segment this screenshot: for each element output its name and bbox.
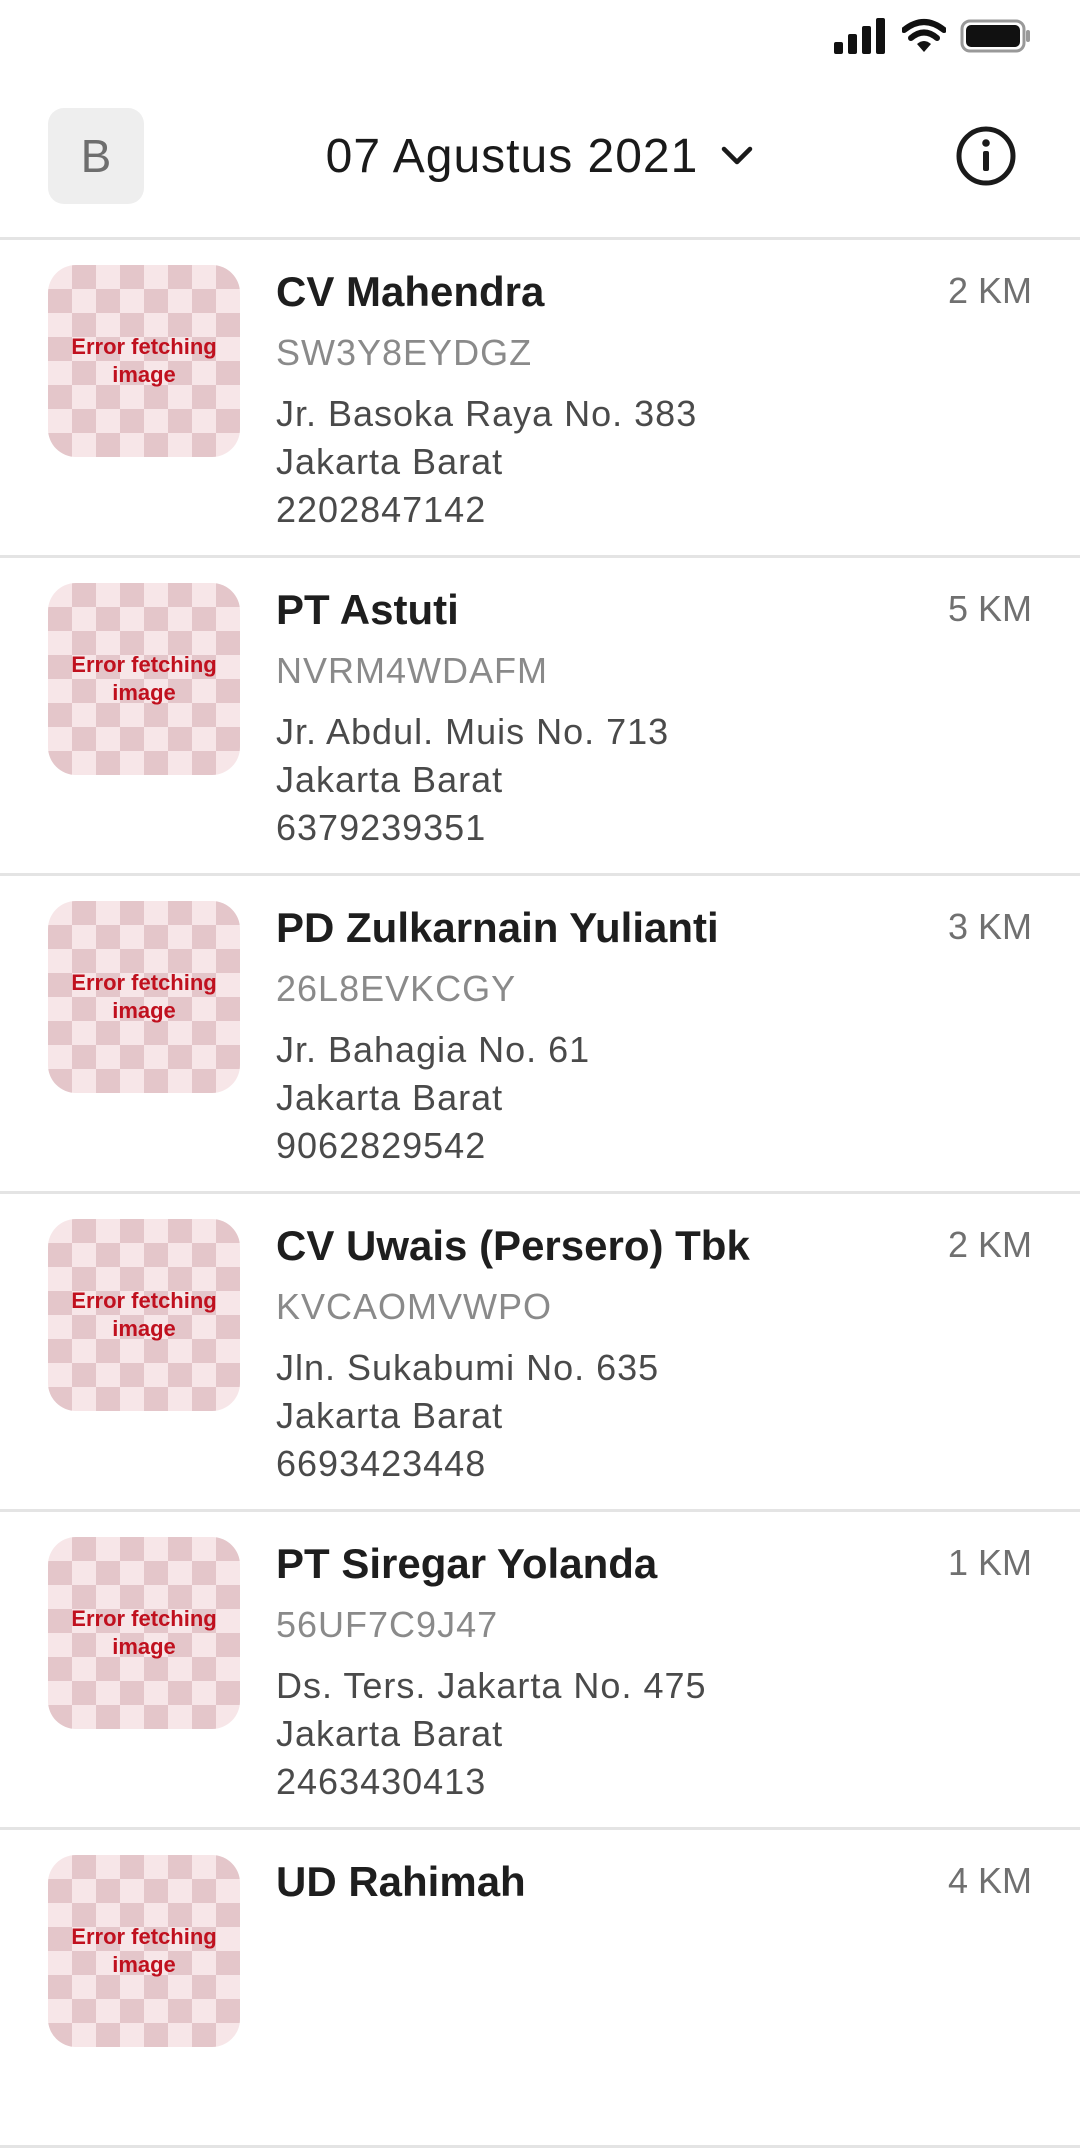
store-code: KVCAOMVWPO <box>276 1286 553 1327</box>
store-address: Jr. Bahagia No. 61 Jakarta Barat 9062829… <box>276 1026 590 1170</box>
store-city: Jakarta Barat <box>276 1395 504 1436</box>
date-label: 07 Agustus 2021 <box>325 129 699 183</box>
image-error-text: Error fetching image <box>71 970 217 1023</box>
store-list-item[interactable]: Error fetching image UD Rahimah 4 KM <box>0 1830 1080 2148</box>
store-distance: 2 KM <box>947 1224 1032 1265</box>
store-street: Ds. Ters. Jakarta No. 475 <box>276 1665 707 1706</box>
store-distance: 1 KM <box>947 1542 1032 1583</box>
store-distance: 5 KM <box>947 588 1032 629</box>
store-name: UD Rahimah <box>276 1858 526 1905</box>
battery-icon <box>960 19 1030 53</box>
store-street: Jr. Basoka Raya No. 383 <box>276 393 698 434</box>
store-thumbnail: Error fetching image <box>48 1219 240 1411</box>
store-city: Jakarta Barat <box>276 1713 504 1754</box>
store-thumbnail: Error fetching image <box>48 265 240 457</box>
store-list-item[interactable]: Error fetching image CV Uwais (Persero) T… <box>0 1194 1080 1512</box>
store-name: CV Uwais (Persero) Tbk <box>276 1222 750 1269</box>
image-error-text: Error fetching image <box>71 1606 217 1659</box>
store-phone: 9062829542 <box>276 1125 487 1166</box>
store-code: SW3Y8EYDGZ <box>276 332 533 373</box>
store-address: Jln. Sukabumi No. 635 Jakarta Barat 6693… <box>276 1344 659 1488</box>
signal-icon <box>834 18 885 54</box>
store-name: PT Astuti <box>276 586 459 633</box>
store-phone: 6379239351 <box>276 807 487 848</box>
image-error-text: Error fetching image <box>71 652 217 705</box>
store-code: 56UF7C9J47 <box>276 1604 499 1645</box>
store-street: Jln. Sukabumi No. 635 <box>276 1347 660 1388</box>
store-address: Ds. Ters. Jakarta No. 475 Jakarta Barat … <box>276 1662 707 1806</box>
status-icons <box>834 16 1032 56</box>
store-name: CV Mahendra <box>276 268 545 315</box>
chevron-down-icon <box>722 146 753 165</box>
store-phone: 2463430413 <box>276 1761 487 1802</box>
store-list-item[interactable]: Error fetching image PT Siregar Yolanda 1… <box>0 1512 1080 1830</box>
store-thumbnail: Error fetching image <box>48 1855 240 2047</box>
store-address: Jr. Basoka Raya No. 383 Jakarta Barat 22… <box>276 390 697 534</box>
date-picker[interactable]: 07 Agustus 2021 <box>0 108 1080 204</box>
store-thumbnail: Error fetching image <box>48 583 240 775</box>
store-list-item[interactable]: Error fetching image PD Zulkarnain Yulian… <box>0 876 1080 1194</box>
store-name: PD Zulkarnain Yulianti <box>276 904 719 951</box>
status-bar <box>0 0 1080 72</box>
store-city: Jakarta Barat <box>276 441 504 482</box>
store-thumbnail: Error fetching image <box>48 1537 240 1729</box>
store-name: PT Siregar Yolanda <box>276 1540 658 1587</box>
store-street: Jr. Bahagia No. 61 <box>276 1029 591 1070</box>
store-distance: 3 KM <box>947 906 1032 947</box>
image-error-text: Error fetching image <box>71 1288 217 1341</box>
app-header: B 07 Agustus 2021 <box>0 72 1080 240</box>
info-icon[interactable] <box>956 126 1016 186</box>
store-distance: 4 KM <box>947 1860 1032 1901</box>
store-list: Error fetching image CV Mahendra 2 KM SW3… <box>0 240 1080 2148</box>
wifi-icon <box>902 19 946 52</box>
image-error-text: Error fetching image <box>71 1924 217 1977</box>
store-distance: 2 KM <box>947 270 1032 311</box>
image-error-text: Error fetching image <box>71 334 217 387</box>
store-city: Jakarta Barat <box>276 759 504 800</box>
store-street: Jr. Abdul. Muis No. 713 <box>276 711 670 752</box>
store-list-item[interactable]: Error fetching image PT Astuti 5 KM NVRM4… <box>0 558 1080 876</box>
store-code: NVRM4WDAFM <box>276 650 548 691</box>
store-address: Jr. Abdul. Muis No. 713 Jakarta Barat 63… <box>276 708 669 852</box>
store-code: 26L8EVKCGY <box>276 968 517 1009</box>
store-phone: 6693423448 <box>276 1443 487 1484</box>
store-city: Jakarta Barat <box>276 1077 504 1118</box>
store-phone: 2202847142 <box>276 489 487 530</box>
store-list-item[interactable]: Error fetching image CV Mahendra 2 KM SW3… <box>0 240 1080 558</box>
store-thumbnail: Error fetching image <box>48 901 240 1093</box>
